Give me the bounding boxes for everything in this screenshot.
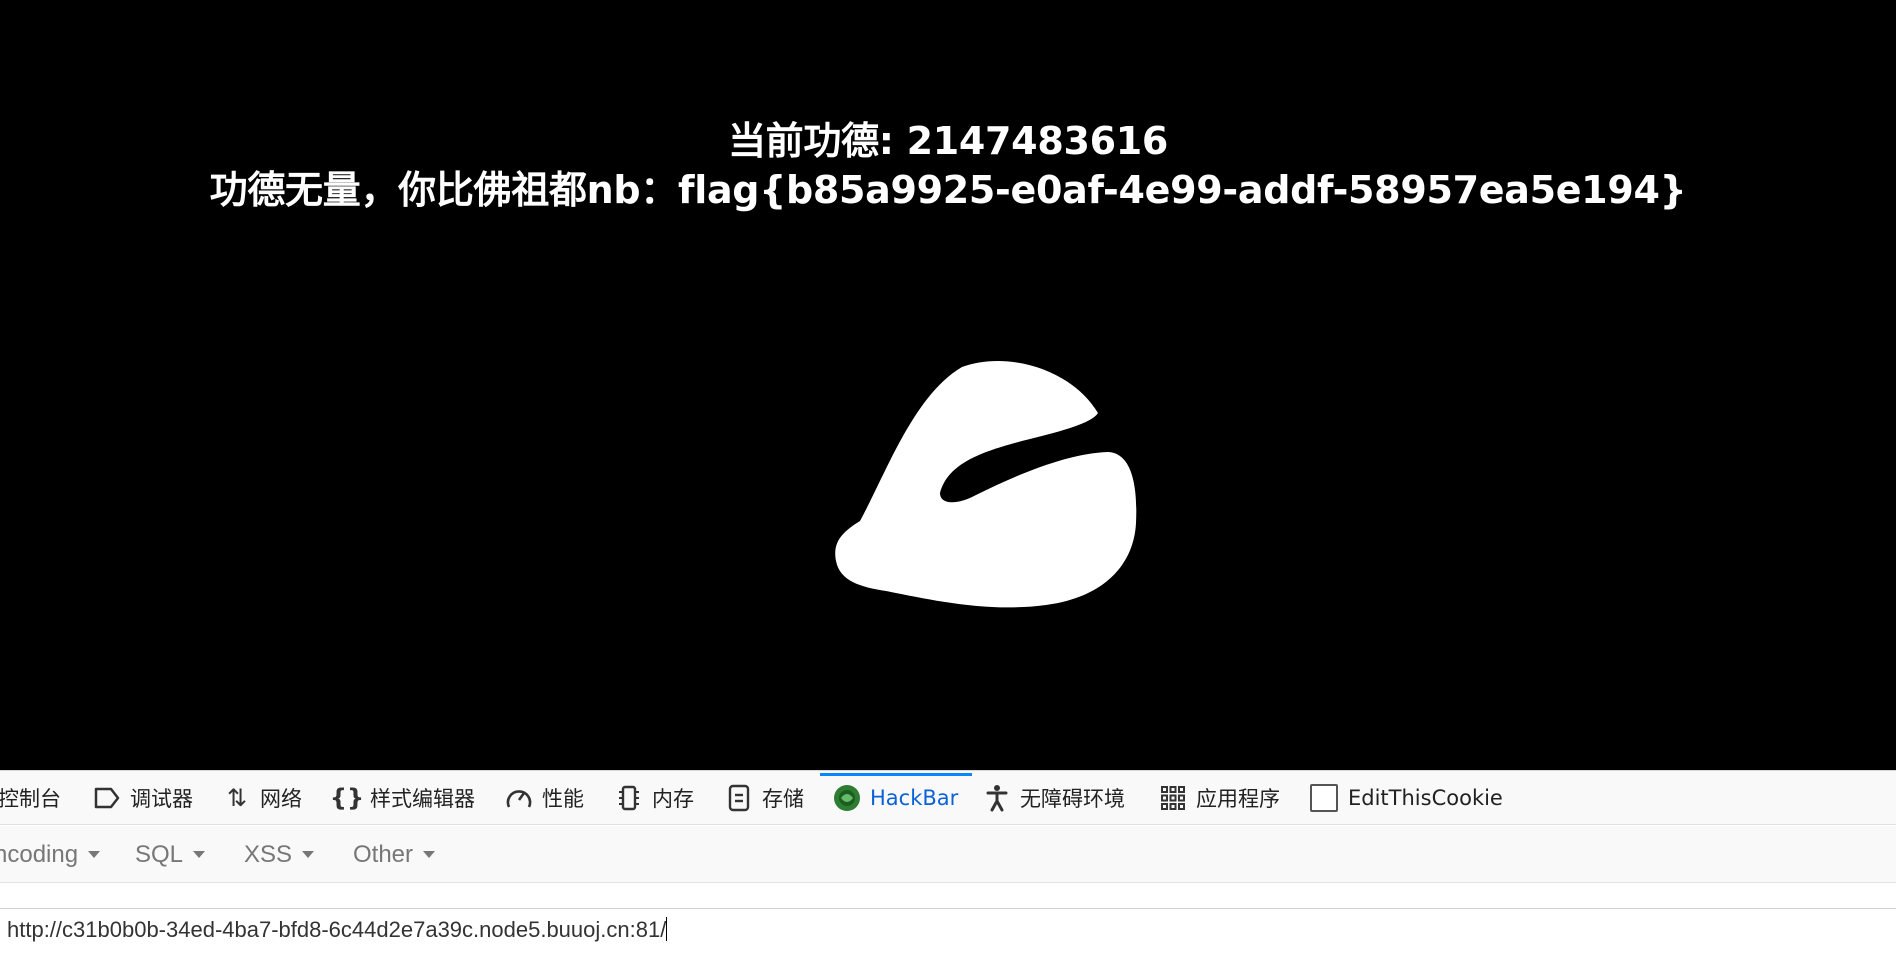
tab-hackbar[interactable]: HackBar: [819, 771, 973, 825]
tab-accessibility[interactable]: 无障碍环境: [982, 771, 1125, 825]
accessibility-icon: [982, 783, 1012, 813]
tab-application[interactable]: 应用程序: [1158, 771, 1280, 825]
tab-console[interactable]: 控制台: [0, 771, 61, 825]
chevron-down-icon: [193, 851, 206, 858]
hackbar-icon: [832, 783, 862, 813]
tab-label: 样式编辑器: [370, 787, 475, 811]
chevron-down-icon: [423, 851, 436, 858]
memory-icon: [614, 783, 644, 813]
checkbox-icon: [1310, 784, 1338, 812]
tab-label: EditThisCookie: [1348, 786, 1503, 810]
tab-label: HackBar: [870, 786, 959, 810]
debugger-icon: [92, 783, 122, 813]
tab-label: 性能: [542, 787, 584, 811]
devtools-tabbar: 控制台 调试器 ⇅ 网络 {} 样式编辑器 性能 内存 存储 HackBar 无…: [0, 771, 1896, 825]
tab-style-editor[interactable]: {} 样式编辑器: [329, 771, 475, 825]
tab-label: 控制台: [0, 787, 61, 811]
tab-editthiscookie[interactable]: EditThisCookie: [1310, 771, 1503, 825]
tab-label: 应用程序: [1196, 787, 1280, 811]
performance-icon: [504, 783, 534, 813]
xss-menu[interactable]: XSS: [244, 826, 315, 883]
wooden-fish-icon[interactable]: [830, 355, 1200, 635]
merit-text: 当前功德: 2147483616: [727, 119, 1169, 163]
application-icon: [1158, 783, 1188, 813]
tab-debugger[interactable]: 调试器: [92, 771, 193, 825]
tab-performance[interactable]: 性能: [504, 771, 584, 825]
tab-label: 内存: [652, 787, 694, 811]
url-field[interactable]: http://c31b0b0b-34ed-4ba7-bfd8-6c44d2e7a…: [0, 908, 1896, 963]
tab-label: 无障碍环境: [1020, 787, 1125, 811]
style-editor-icon: {}: [329, 784, 365, 812]
menu-label: ncoding: [0, 840, 79, 868]
tab-label: 存储: [762, 787, 804, 811]
chevron-down-icon: [88, 851, 101, 858]
flag-message: 功德无量，你比佛祖都nb：flag{b85a9925-e0af-4e99-add…: [209, 168, 1687, 212]
encoding-menu[interactable]: ncoding: [0, 826, 101, 883]
tab-label: 调试器: [130, 787, 193, 811]
tab-memory[interactable]: 内存: [614, 771, 694, 825]
other-menu[interactable]: Other: [353, 826, 436, 883]
network-icon: ⇅: [226, 784, 248, 812]
merit-counter: 当前功德: 2147483616: [0, 117, 1896, 165]
sql-menu[interactable]: SQL: [135, 826, 206, 883]
tab-label: 网络: [260, 787, 302, 811]
text-cursor: [666, 917, 668, 941]
menu-label: XSS: [244, 840, 293, 868]
menu-label: Other: [353, 840, 414, 868]
tab-storage[interactable]: 存储: [724, 771, 804, 825]
storage-icon: [724, 783, 754, 813]
chevron-down-icon: [302, 851, 315, 858]
tab-network[interactable]: ⇅ 网络: [222, 771, 302, 825]
hackbar-menubar: ncoding SQL XSS Other: [0, 826, 1896, 883]
page-viewport: 当前功德: 2147483616 功德无量，你比佛祖都nb：flag{b85a9…: [0, 0, 1896, 770]
menu-label: SQL: [135, 840, 184, 868]
url-text: http://c31b0b0b-34ed-4ba7-bfd8-6c44d2e7a…: [7, 917, 667, 942]
devtools-panel: 控制台 调试器 ⇅ 网络 {} 样式编辑器 性能 内存 存储 HackBar 无…: [0, 770, 1896, 963]
